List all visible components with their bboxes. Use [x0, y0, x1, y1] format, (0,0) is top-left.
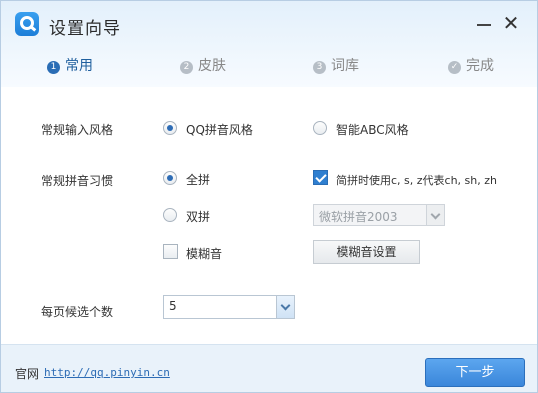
chevron-down-icon: [426, 205, 444, 225]
full-pinyin-radio[interactable]: [163, 171, 177, 185]
step-label: 皮肤: [198, 58, 226, 74]
full-pinyin-option-label[interactable]: 全拼: [186, 171, 210, 188]
abc-style-option-label[interactable]: 智能ABC风格: [336, 121, 409, 138]
setup-wizard-window: 设置向导 ✕ 1 常用 2 皮肤 3 词库 ✓ 完成 常规输入风格 QQ拼音风格 智能A…: [0, 0, 538, 393]
step-common[interactable]: 1 常用: [47, 55, 93, 77]
step-label: 常用: [65, 58, 93, 74]
input-style-label: 常规输入风格: [41, 123, 114, 137]
header-area: 设置向导 ✕ 1 常用 2 皮肤 3 词库 ✓ 完成: [1, 1, 537, 87]
window-title: 设置向导: [49, 19, 121, 39]
double-scheme-value: 微软拼音2003: [319, 210, 398, 224]
official-site-link[interactable]: http://qq.pinyin.cn: [44, 366, 170, 379]
double-scheme-select[interactable]: 微软拼音2003: [313, 204, 445, 226]
logo-tail: [29, 25, 37, 32]
pinyin-habit-label: 常规拼音习惯: [41, 174, 114, 188]
qq-style-radio[interactable]: [163, 121, 177, 135]
double-pinyin-option-label[interactable]: 双拼: [186, 208, 210, 225]
fuzzy-settings-button[interactable]: 模糊音设置: [313, 240, 420, 264]
abc-style-radio[interactable]: [313, 121, 327, 135]
qq-style-option-label[interactable]: QQ拼音风格: [186, 121, 253, 138]
step-number-icon: 3: [313, 61, 326, 74]
next-button[interactable]: 下一步: [425, 358, 525, 387]
step-finish[interactable]: ✓ 完成: [448, 55, 494, 77]
step-number-icon: 1: [47, 61, 60, 74]
qq-pinyin-logo-icon: [15, 12, 39, 36]
close-icon[interactable]: ✕: [501, 13, 521, 33]
check-icon: ✓: [448, 61, 461, 74]
step-lexicon[interactable]: 3 词库: [313, 55, 359, 77]
fuzzy-option-label[interactable]: 模糊音: [186, 245, 222, 262]
candidates-select[interactable]: 5: [163, 295, 295, 319]
candidates-value: 5: [169, 299, 177, 313]
step-label: 词库: [331, 58, 359, 74]
abbrev-option-label[interactable]: 简拼时使用c, s, z代表ch, sh, zh: [336, 172, 497, 188]
abbrev-checkbox[interactable]: [313, 170, 328, 185]
step-number-icon: 2: [180, 61, 193, 74]
step-label: 完成: [466, 58, 494, 74]
footer: 官网 http://qq.pinyin.cn 下一步: [1, 344, 537, 392]
title-bar: 设置向导 ✕: [1, 1, 537, 45]
official-site-label: 官网: [15, 367, 40, 381]
step-skin[interactable]: 2 皮肤: [180, 55, 226, 77]
fuzzy-checkbox[interactable]: [163, 244, 178, 259]
minimize-icon[interactable]: [474, 13, 494, 33]
candidates-label: 每页候选个数: [41, 305, 114, 319]
chevron-down-icon: [276, 296, 294, 318]
wizard-steps: 1 常用 2 皮肤 3 词库 ✓ 完成: [1, 51, 537, 81]
double-pinyin-radio[interactable]: [163, 208, 177, 222]
